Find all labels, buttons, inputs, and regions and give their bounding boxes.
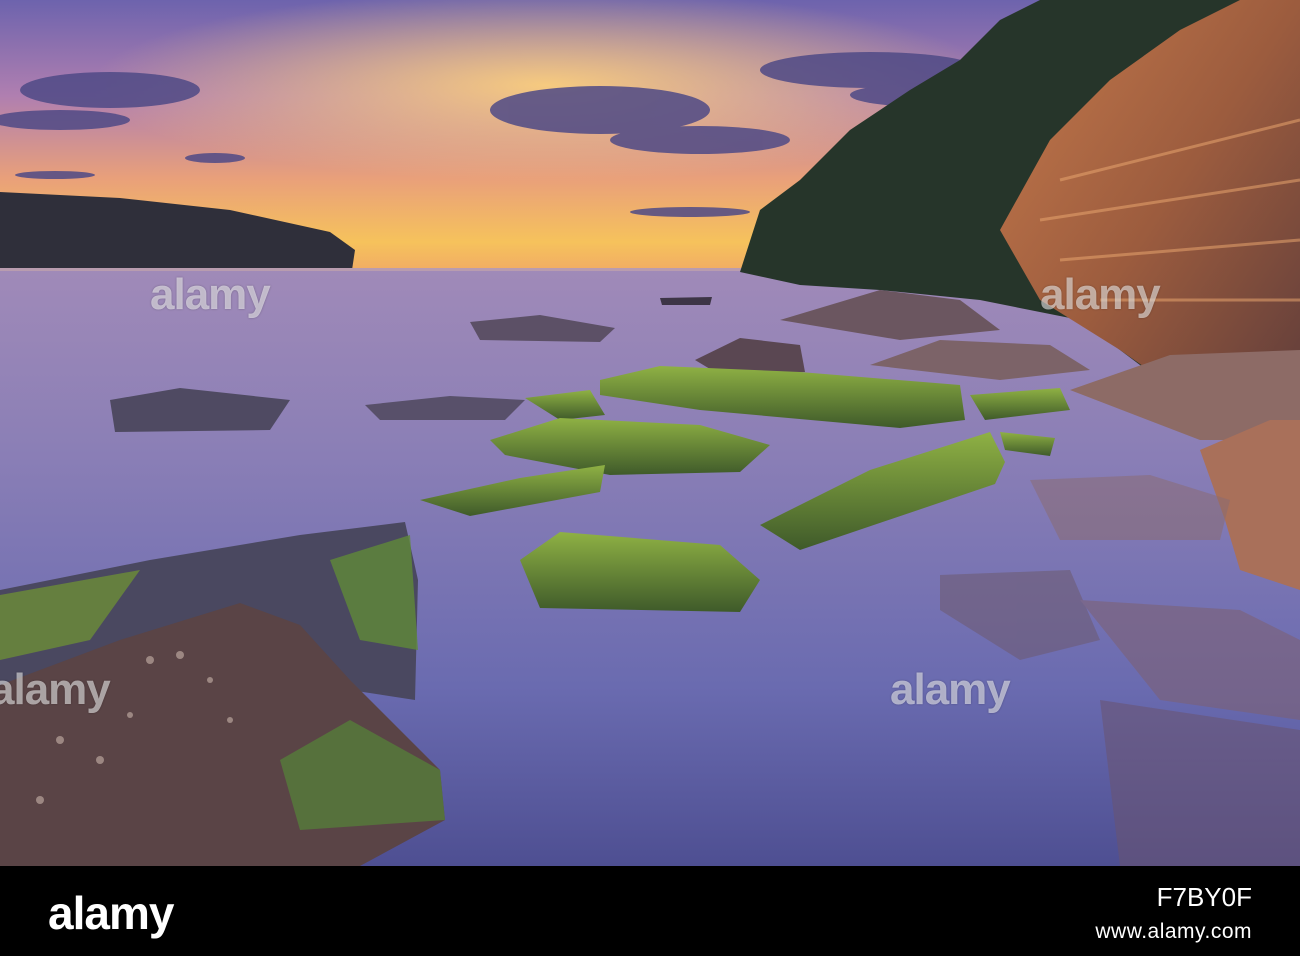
footer-bar: alamy www.alamy.com F7BY0F [0, 866, 1300, 956]
sunset-coast-photo: alamy alamy alamy alamy [0, 0, 1300, 866]
alamy-logo: alamy [48, 886, 174, 940]
stock-photo: alamy alamy alamy alamy alamy www.alamy.… [0, 0, 1300, 956]
footer-url: www.alamy.com [1095, 920, 1252, 943]
scene-illustration [0, 0, 1300, 866]
logo-text: alamy [48, 887, 174, 939]
image-code: F7BY0F [1156, 882, 1252, 912]
